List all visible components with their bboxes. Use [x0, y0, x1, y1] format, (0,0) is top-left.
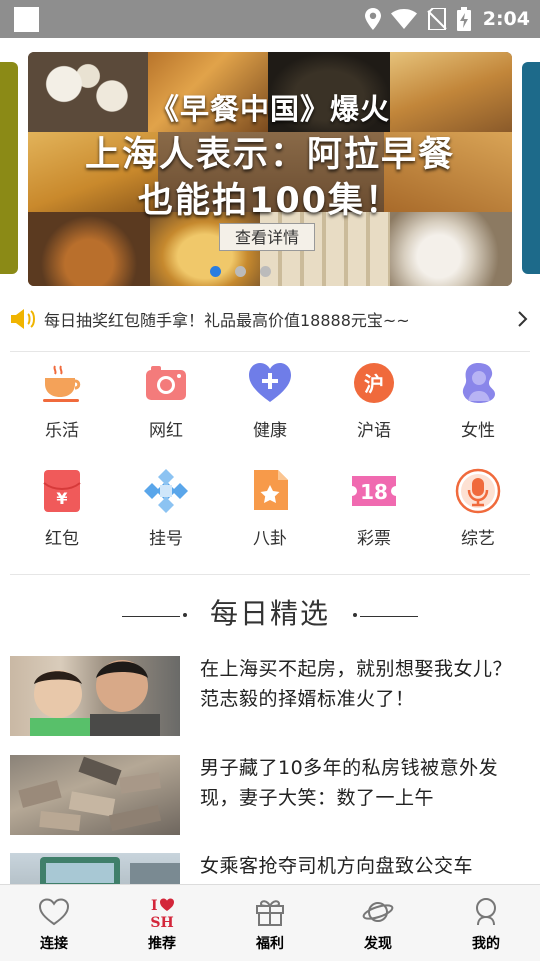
location-icon	[364, 8, 381, 30]
divider	[10, 351, 530, 352]
no-sim-icon	[427, 8, 447, 30]
i-love-sh-icon: I SH	[145, 895, 179, 929]
news-title: 在上海买不起房，就别想娶我女儿？范志毅的择婿标准火了！	[200, 658, 513, 710]
decorative-dot	[353, 613, 357, 617]
category-woman[interactable]: 女性	[426, 360, 530, 468]
nav-welfare[interactable]: 福利	[216, 885, 324, 961]
nav-label: 发现	[364, 936, 392, 952]
category-label: 挂号	[149, 529, 183, 549]
category-label: 女性	[461, 421, 495, 441]
category-grid: 乐活 网红 健康 沪 沪语 女性 ¥ 红包 挂号 八卦 18 彩票 综艺	[10, 360, 530, 576]
banner-slide[interactable]: 《早餐中国》爆火 上海人表示：阿拉早餐 也能拍100集！ 查看详情	[28, 52, 512, 286]
hu-badge-icon: 沪	[351, 360, 397, 406]
indicator-dot-1	[210, 266, 221, 277]
microphone-icon	[455, 468, 501, 514]
yuan-glyph: ¥	[56, 489, 67, 508]
planet-icon	[361, 895, 395, 929]
nav-connect[interactable]: 连接	[0, 885, 108, 961]
nav-mine[interactable]: 我的	[432, 885, 540, 961]
wifi-icon	[390, 9, 417, 29]
profile-icon	[469, 895, 503, 929]
news-item[interactable]: 在上海买不起房，就别想娶我女儿？范志毅的择婿标准火了！	[10, 656, 530, 736]
notice-text: 每日抽奖红包随手拿！礼品最高价值18888元宝~~	[44, 311, 410, 330]
food-image-buns	[390, 212, 512, 286]
category-guahao[interactable]: 挂号	[114, 468, 218, 576]
svg-text:I: I	[151, 898, 158, 914]
category-huyu[interactable]: 沪 沪语	[322, 360, 426, 468]
news-item[interactable]: 男子藏了10多年的私房钱被意外发现，妻子大笑：数了一上午	[10, 755, 530, 835]
status-bar: 2:04	[0, 0, 540, 38]
battery-charging-icon	[456, 7, 471, 31]
indicator-dot-2	[235, 266, 246, 277]
news-title: 女乘客抢夺司机方向盘致公交车	[200, 855, 474, 877]
news-thumbnail	[10, 755, 180, 835]
medical-cross-icon	[143, 468, 189, 514]
nav-label: 我的	[472, 936, 500, 952]
category-lottery[interactable]: 18 彩票	[322, 468, 426, 576]
decorative-dot	[183, 613, 187, 617]
category-label: 红包	[45, 529, 79, 549]
clock: 2:04	[482, 8, 530, 30]
decorative-line	[360, 616, 418, 617]
banner-headline: 《早餐中国》爆火	[149, 92, 390, 126]
red-envelope-icon: ¥	[39, 468, 85, 514]
category-label: 沪语	[357, 421, 391, 441]
health-heart-icon	[247, 360, 293, 406]
lottery-18-icon: 18	[351, 468, 397, 514]
category-label: 网红	[149, 421, 183, 441]
category-label: 健康	[253, 421, 287, 441]
category-health[interactable]: 健康	[218, 360, 322, 468]
category-label: 八卦	[253, 529, 287, 549]
woman-icon	[455, 360, 501, 406]
carousel-indicator	[210, 266, 271, 277]
heart-outline-icon	[37, 895, 71, 929]
next-banner-peek[interactable]	[522, 62, 540, 274]
bottom-navigation: 连接 I SH 推荐 福利 发现 我的	[0, 884, 540, 961]
food-image-soup	[28, 212, 150, 286]
banner-line-3: 也能拍100集！	[137, 181, 403, 221]
indicator-dot-3	[260, 266, 271, 277]
camera-icon	[143, 360, 189, 406]
decorative-line	[122, 616, 180, 617]
gift-icon	[253, 895, 287, 929]
gossip-star-icon	[247, 468, 293, 514]
section-header: 每日精选	[0, 592, 540, 636]
news-item[interactable]: 女乘客抢夺司机方向盘致公交车	[10, 853, 530, 884]
notice-bar[interactable]: 每日抽奖红包随手拿！礼品最高价值18888元宝~~	[10, 302, 530, 336]
nav-label: 连接	[40, 936, 68, 952]
chevron-right-icon[interactable]	[514, 310, 530, 328]
coffee-icon	[39, 360, 85, 406]
nav-label: 福利	[256, 936, 284, 952]
news-thumbnail	[10, 656, 180, 736]
lottery-glyph: 18	[360, 480, 388, 504]
category-hongbao[interactable]: ¥ 红包	[10, 468, 114, 576]
hu-glyph: 沪	[364, 372, 384, 396]
nav-label: 推荐	[148, 936, 176, 952]
banner-line-2: 上海人表示：阿拉早餐	[84, 135, 455, 175]
category-label: 彩票	[357, 529, 391, 549]
category-lehuo[interactable]: 乐活	[10, 360, 114, 468]
category-bagua[interactable]: 八卦	[218, 468, 322, 576]
news-thumbnail	[10, 853, 180, 884]
nav-recommend[interactable]: I SH 推荐	[108, 885, 216, 961]
view-details-button[interactable]: 查看详情	[219, 223, 315, 251]
section-title: 每日精选	[209, 597, 330, 630]
speaker-icon	[11, 309, 35, 329]
banner-carousel[interactable]: 《早餐中国》爆火 上海人表示：阿拉早餐 也能拍100集！ 查看详情	[0, 50, 540, 290]
app-icon	[14, 7, 39, 32]
category-label: 乐活	[45, 421, 79, 441]
divider	[10, 574, 530, 575]
previous-banner-peek[interactable]	[0, 62, 18, 274]
category-wanghong[interactable]: 网红	[114, 360, 218, 468]
news-title: 男子藏了10多年的私房钱被意外发现，妻子大笑：数了一上午	[200, 757, 499, 809]
category-variety[interactable]: 综艺	[426, 468, 530, 576]
svg-text:SH: SH	[150, 915, 173, 929]
nav-discover[interactable]: 发现	[324, 885, 432, 961]
category-label: 综艺	[461, 529, 495, 549]
